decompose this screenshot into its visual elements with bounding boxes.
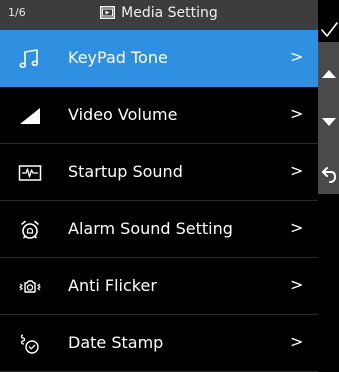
chevron-right-icon: > [290, 161, 304, 180]
menu-item-label: Startup Sound [68, 162, 183, 181]
arrow-up-icon [321, 70, 336, 78]
header-title-wrap: Media Setting [0, 5, 318, 21]
back-icon [321, 167, 336, 183]
menu-item-label: KeyPad Tone [68, 48, 168, 67]
header-bar: 1/6 Media Setting [0, 0, 318, 30]
checkmark-icon [320, 22, 338, 37]
waveform-box-icon [18, 165, 42, 181]
menu-item-keypad-tone[interactable]: KeyPad Tone > [0, 30, 318, 87]
date-stamp-icon [20, 334, 39, 354]
chevron-right-icon: > [290, 332, 304, 351]
menu-item-label: Video Volume [68, 105, 178, 124]
menu-item-label: Anti Flicker [68, 276, 157, 295]
anti-flicker-icon [19, 280, 41, 293]
menu-list: KeyPad Tone > Video Volume > Startup Sou… [0, 30, 318, 372]
music-note-icon [19, 49, 39, 69]
page-title: Media Setting [121, 5, 218, 21]
chevron-right-icon: > [290, 104, 304, 123]
menu-item-date-stamp[interactable]: Date Stamp > [0, 315, 318, 372]
arrow-down-icon [321, 118, 336, 126]
chevron-right-icon: > [290, 275, 304, 294]
confirm-button[interactable] [318, 16, 339, 44]
back-button[interactable] [318, 160, 339, 190]
menu-item-startup-sound[interactable]: Startup Sound > [0, 144, 318, 201]
menu-item-label: Alarm Sound Setting [68, 219, 233, 238]
menu-item-label: Date Stamp [68, 333, 164, 352]
chevron-right-icon: > [290, 218, 304, 237]
menu-item-anti-flicker[interactable]: Anti Flicker > [0, 258, 318, 315]
scroll-down-button[interactable] [318, 110, 339, 134]
menu-item-video-volume[interactable]: Video Volume > [0, 87, 318, 144]
scroll-up-button[interactable] [318, 62, 339, 86]
media-icon [100, 6, 116, 19]
menu-item-alarm-sound-setting[interactable]: Alarm Sound Setting > [0, 201, 318, 258]
volume-ramp-icon [20, 108, 40, 124]
media-setting-screen: 1/6 Media Setting KeyPad Tone > Video Vo… [0, 0, 339, 372]
alarm-bell-icon [21, 220, 39, 239]
chevron-right-icon: > [290, 47, 304, 66]
